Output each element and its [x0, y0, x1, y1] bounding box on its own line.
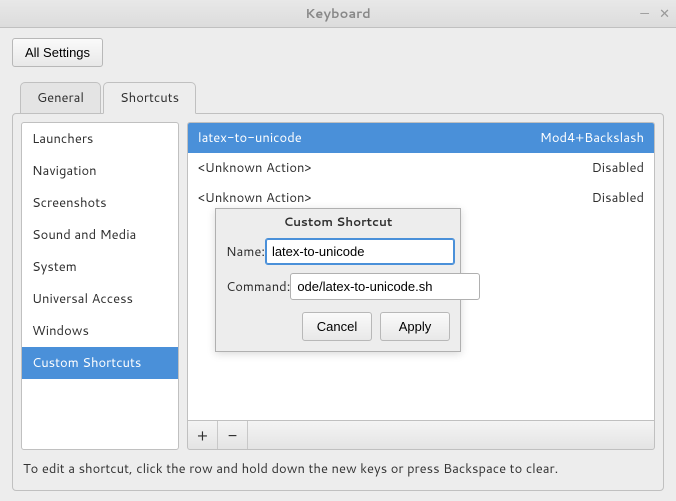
- shortcut-accel: Mod4+Backslash: [540, 129, 644, 147]
- dialog-title: Custom Shortcut: [216, 209, 460, 236]
- shortcut-name: <Unknown Action>: [198, 159, 311, 177]
- form-row-command: Command:: [226, 273, 450, 300]
- hint-text: To edit a shortcut, click the row and ho…: [21, 450, 655, 482]
- plus-icon: +: [197, 424, 208, 447]
- custom-shortcut-dialog: Custom Shortcut Name: Command: Cancel Ap…: [215, 208, 461, 352]
- category-custom-shortcuts[interactable]: Custom Shortcuts: [22, 347, 178, 379]
- shortcut-accel: Disabled: [592, 159, 644, 177]
- shortcut-name: <Unknown Action>: [198, 189, 311, 207]
- category-launchers[interactable]: Launchers: [22, 123, 178, 155]
- category-universal-access[interactable]: Universal Access: [22, 283, 178, 315]
- shortcut-name: latex-to-unicode: [198, 129, 302, 147]
- tab-general[interactable]: General: [20, 82, 101, 114]
- command-label: Command:: [226, 278, 290, 296]
- top-toolbar: All Settings: [12, 38, 664, 67]
- window-title: Keyboard: [305, 5, 371, 23]
- dialog-buttons: Cancel Apply: [226, 312, 450, 341]
- category-navigation[interactable]: Navigation: [22, 155, 178, 187]
- titlebar: Keyboard — ✕: [0, 0, 676, 28]
- command-input[interactable]: [290, 273, 480, 300]
- category-list: Launchers Navigation Screenshots Sound a…: [21, 122, 179, 450]
- category-sound-media[interactable]: Sound and Media: [22, 219, 178, 251]
- all-settings-button[interactable]: All Settings: [12, 38, 103, 67]
- name-label: Name:: [226, 243, 265, 261]
- tabs-bar: General Shortcuts: [20, 81, 664, 113]
- apply-button[interactable]: Apply: [380, 312, 450, 341]
- add-shortcut-button[interactable]: +: [188, 421, 218, 449]
- minus-icon: −: [228, 424, 237, 447]
- category-system[interactable]: System: [22, 251, 178, 283]
- shortcut-toolbar: + −: [187, 420, 655, 450]
- shortcut-row[interactable]: <Unknown Action> Disabled: [188, 153, 654, 183]
- close-icon[interactable]: ✕: [659, 5, 670, 23]
- titlebar-controls: — ✕: [640, 5, 670, 23]
- remove-shortcut-button[interactable]: −: [218, 421, 248, 449]
- minimize-icon[interactable]: —: [640, 5, 649, 23]
- category-screenshots[interactable]: Screenshots: [22, 187, 178, 219]
- shortcut-accel: Disabled: [592, 189, 644, 207]
- dialog-body: Name: Command: Cancel Apply: [216, 236, 460, 351]
- name-input[interactable]: [265, 238, 455, 265]
- cancel-button[interactable]: Cancel: [302, 312, 372, 341]
- tab-shortcuts[interactable]: Shortcuts: [103, 82, 196, 114]
- form-row-name: Name:: [226, 238, 450, 265]
- category-windows[interactable]: Windows: [22, 315, 178, 347]
- shortcut-row[interactable]: latex-to-unicode Mod4+Backslash: [188, 123, 654, 153]
